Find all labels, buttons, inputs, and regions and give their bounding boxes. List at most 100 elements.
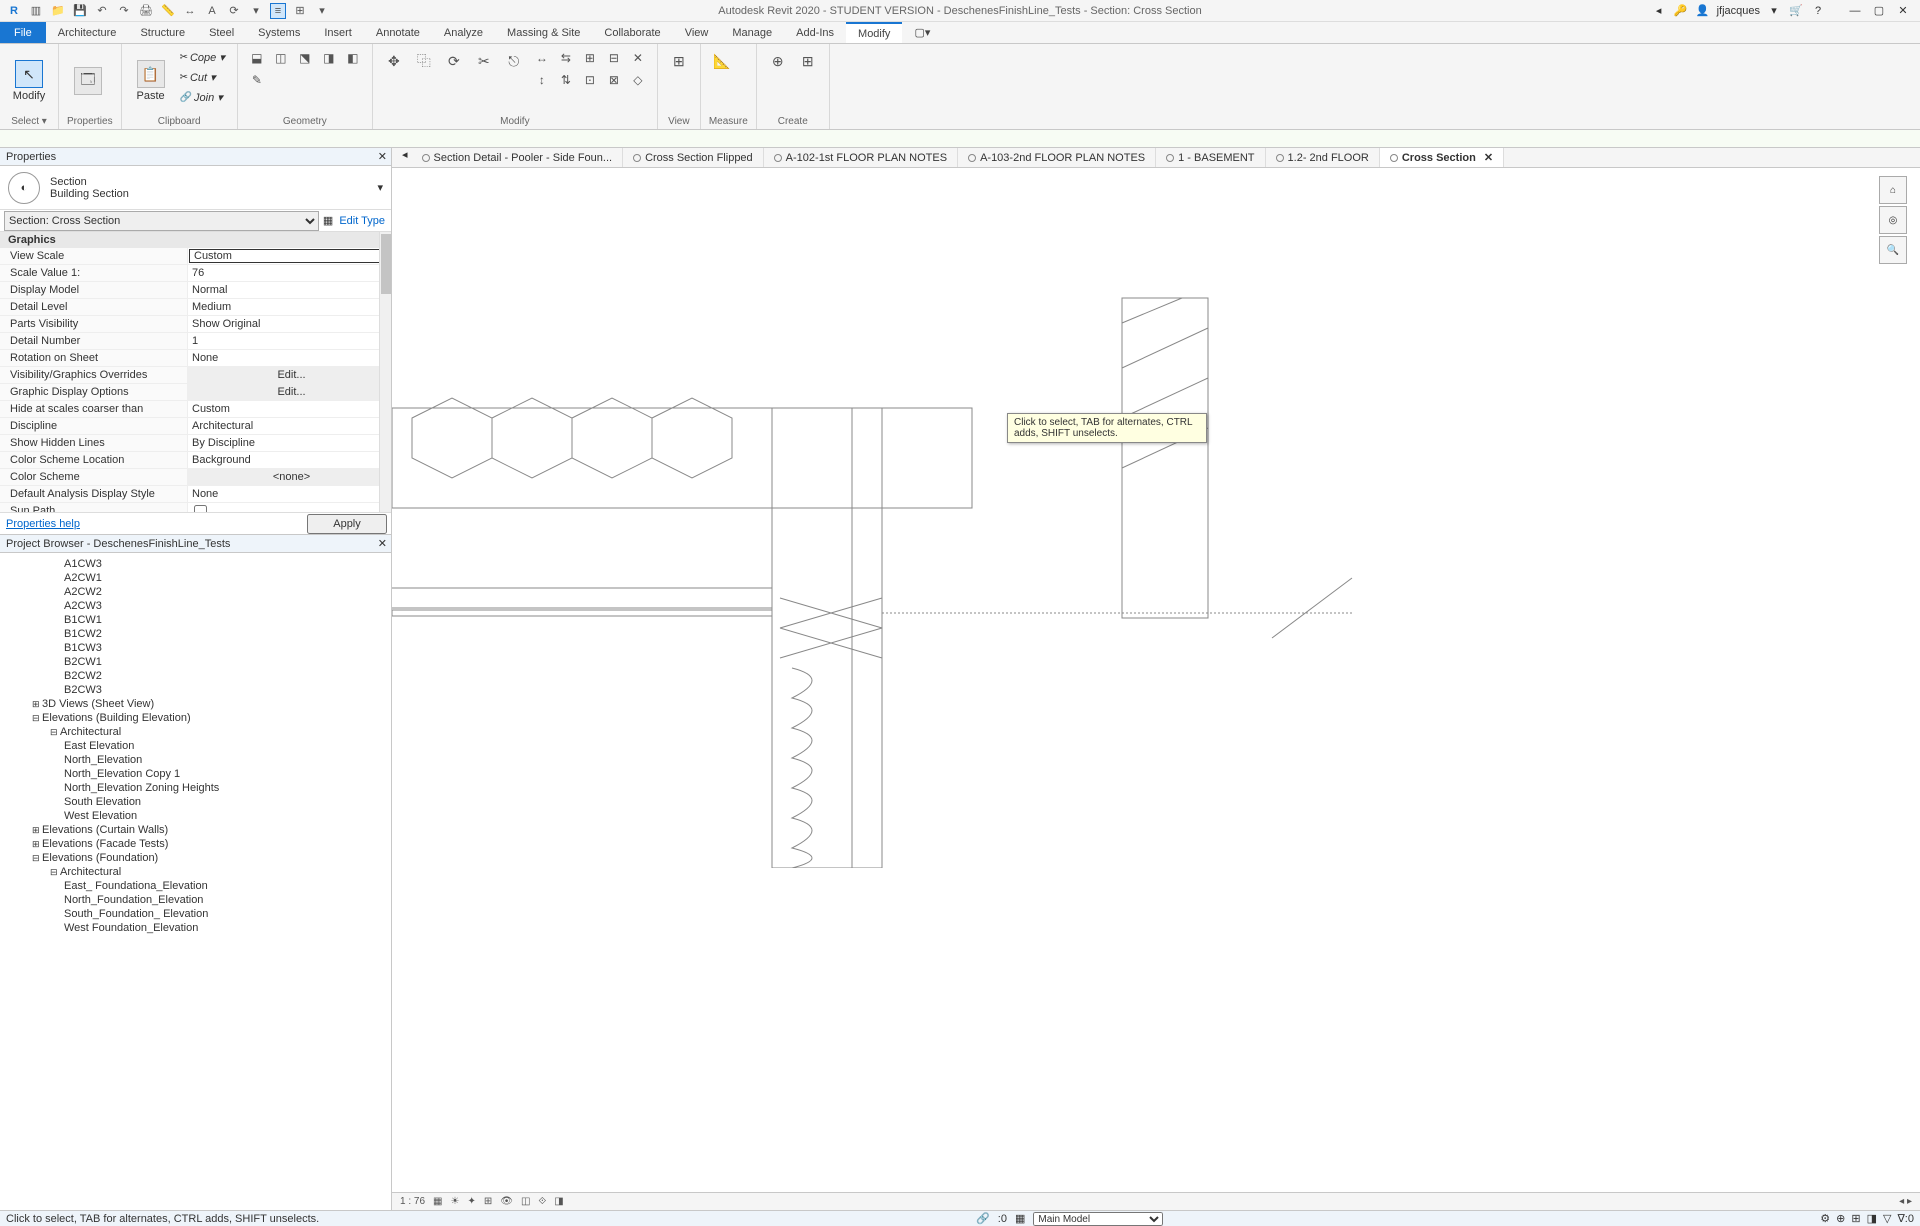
tree-node[interactable]: A2CW1 <box>0 571 391 585</box>
ribbon-tab-systems[interactable]: Systems <box>246 22 312 43</box>
mod-icon[interactable]: ✕ <box>627 48 649 68</box>
prop-value[interactable]: Show Original <box>188 316 391 332</box>
instance-selector[interactable]: Section: Cross Section <box>4 211 319 231</box>
vc-scroll-icon[interactable]: ◂ ▸ <box>1899 1196 1912 1207</box>
view-tab[interactable]: A-103-2nd FLOOR PLAN NOTES <box>958 148 1156 167</box>
vc-icon[interactable]: ☀ <box>450 1196 459 1207</box>
create-icon[interactable]: ⊕ <box>765 48 791 74</box>
qat-save-icon[interactable]: 📁 <box>50 3 66 19</box>
ribbon-tab-analyze[interactable]: Analyze <box>432 22 495 43</box>
qat-redo-icon[interactable]: ↷ <box>116 3 132 19</box>
prop-value[interactable]: <none> <box>188 469 391 485</box>
mod-icon[interactable]: ↔ <box>531 48 553 68</box>
geom-icon[interactable]: ◨ <box>318 48 340 68</box>
paste-button[interactable]: 📋 Paste <box>130 48 172 114</box>
tree-node[interactable]: B2CW1 <box>0 655 391 669</box>
vc-icon[interactable]: ◫ <box>521 1196 530 1207</box>
qat-switch-win-icon[interactable]: ▾ <box>314 3 330 19</box>
vc-icon[interactable]: ⟐ <box>538 1196 546 1207</box>
prop-value[interactable] <box>188 503 391 512</box>
mod-icon[interactable]: ⇅ <box>555 70 577 90</box>
qat-close-hidden-icon[interactable]: ⊞ <box>292 3 308 19</box>
graphics-section-header[interactable]: Graphics <box>0 232 391 248</box>
tree-node[interactable]: A1CW3 <box>0 557 391 571</box>
geom-icon[interactable]: ⬔ <box>294 48 316 68</box>
ribbon-tab-steel[interactable]: Steel <box>197 22 246 43</box>
copy-icon[interactable]: ⿻ <box>411 48 437 74</box>
tree-node[interactable]: North_Elevation <box>0 753 391 767</box>
qat-3d-icon[interactable]: ⟳ <box>226 3 242 19</box>
scale-display[interactable]: 1 : 76 <box>400 1196 425 1207</box>
prop-value[interactable]: None <box>188 486 391 502</box>
properties-button[interactable]: 🗔 <box>67 48 109 114</box>
selection-count-icon[interactable]: 🔗 <box>976 1212 990 1225</box>
prev-tab-icon[interactable]: ◂ <box>398 148 412 167</box>
tree-node[interactable]: B1CW3 <box>0 641 391 655</box>
view-tab[interactable]: A-102-1st FLOOR PLAN NOTES <box>764 148 958 167</box>
tree-node[interactable]: Elevations (Curtain Walls) <box>0 823 391 837</box>
view-tab[interactable]: Cross Section Flipped <box>623 148 764 167</box>
prop-value[interactable]: By Discipline <box>188 435 391 451</box>
sb-icon[interactable]: ⊞ <box>1851 1212 1860 1225</box>
tree-node[interactable]: Elevations (Foundation) <box>0 851 391 865</box>
mod-icon[interactable]: ⇆ <box>555 48 577 68</box>
create-icon[interactable]: ⊞ <box>795 48 821 74</box>
view-icon[interactable]: ⊞ <box>666 48 692 74</box>
apply-button[interactable]: Apply <box>307 514 387 534</box>
tree-node[interactable]: Architectural <box>0 865 391 879</box>
properties-header[interactable]: Properties ✕ <box>0 148 391 166</box>
tree-node[interactable]: East_ Foundationa_Elevation <box>0 879 391 893</box>
view-tab[interactable]: 1 - BASEMENT <box>1156 148 1265 167</box>
modify-tool-button[interactable]: ↖ Modify <box>8 48 50 114</box>
tree-node[interactable]: North_Elevation Zoning Heights <box>0 781 391 795</box>
home-icon[interactable]: ⌂ <box>1879 176 1907 204</box>
cope-button[interactable]: ✂ Cope ▾ <box>176 48 229 66</box>
prop-value[interactable]: Custom <box>189 249 390 263</box>
prop-value[interactable]: Custom <box>188 401 391 417</box>
workset-selector[interactable]: Main Model <box>1033 1212 1163 1226</box>
tree-node[interactable]: A2CW2 <box>0 585 391 599</box>
qat-text-icon[interactable]: A <box>204 3 220 19</box>
keyword-icon[interactable]: 🔑 <box>1673 3 1689 19</box>
prop-value[interactable]: Architectural <box>188 418 391 434</box>
mod-icon[interactable]: ◇ <box>627 70 649 90</box>
mod-icon[interactable]: ⊞ <box>579 48 601 68</box>
edit-type-icon[interactable]: ▦ <box>323 214 333 227</box>
prop-value[interactable]: Edit... <box>188 384 391 400</box>
cut-button[interactable]: ✂ Cut ▾ <box>176 68 229 86</box>
mod-icon[interactable]: ⊠ <box>603 70 625 90</box>
view-tab[interactable]: Section Detail - Pooler - Side Foun... <box>412 148 624 167</box>
tree-node[interactable]: West Foundation_Elevation <box>0 921 391 935</box>
geom-icon[interactable]: ✎ <box>246 70 268 90</box>
tree-node[interactable]: B2CW2 <box>0 669 391 683</box>
ribbon-tab-insert[interactable]: Insert <box>312 22 364 43</box>
trim-icon[interactable]: ✂ <box>471 48 497 74</box>
help-icon[interactable]: ? <box>1810 3 1826 19</box>
prop-value[interactable]: Background <box>188 452 391 468</box>
join-button[interactable]: 🔗 Join ▾ <box>176 88 229 106</box>
geom-icon[interactable]: ◫ <box>270 48 292 68</box>
type-selector[interactable]: ◐ Section Building Section ▾ <box>0 166 391 210</box>
move-icon[interactable]: ✥ <box>381 48 407 74</box>
project-browser-header[interactable]: Project Browser - DeschenesFinishLine_Te… <box>0 535 391 553</box>
ribbon-tab-architecture[interactable]: Architecture <box>46 22 129 43</box>
file-menu-button[interactable]: File <box>0 22 46 43</box>
properties-scrollbar[interactable] <box>379 232 391 512</box>
view-tab[interactable]: 1.2- 2nd FLOOR <box>1266 148 1380 167</box>
ribbon-tab-manage[interactable]: Manage <box>720 22 784 43</box>
user-icon[interactable]: 👤 <box>1695 3 1711 19</box>
qat-open-icon[interactable]: ▥ <box>28 3 44 19</box>
qat-measure-icon[interactable]: 📏 <box>160 3 176 19</box>
ribbon-tab-massing---site[interactable]: Massing & Site <box>495 22 592 43</box>
ribbon-tab-collaborate[interactable]: Collaborate <box>592 22 672 43</box>
tree-node[interactable]: B1CW1 <box>0 613 391 627</box>
ribbon-collapse-icon[interactable]: ▢▾ <box>902 22 942 43</box>
geom-icon[interactable]: ◧ <box>342 48 364 68</box>
rotate-icon[interactable]: ⟳ <box>441 48 467 74</box>
vc-icon[interactable]: ⊞ <box>484 1196 492 1207</box>
sb-icon[interactable]: ▽ <box>1883 1212 1891 1225</box>
vc-icon[interactable]: ▦ <box>433 1196 442 1207</box>
info-center-icon[interactable]: ◂ <box>1651 3 1667 19</box>
drawing-canvas[interactable]: Click to select, TAB for alternates, CTR… <box>392 168 1920 1192</box>
vc-icon[interactable]: ◨ <box>554 1196 563 1207</box>
